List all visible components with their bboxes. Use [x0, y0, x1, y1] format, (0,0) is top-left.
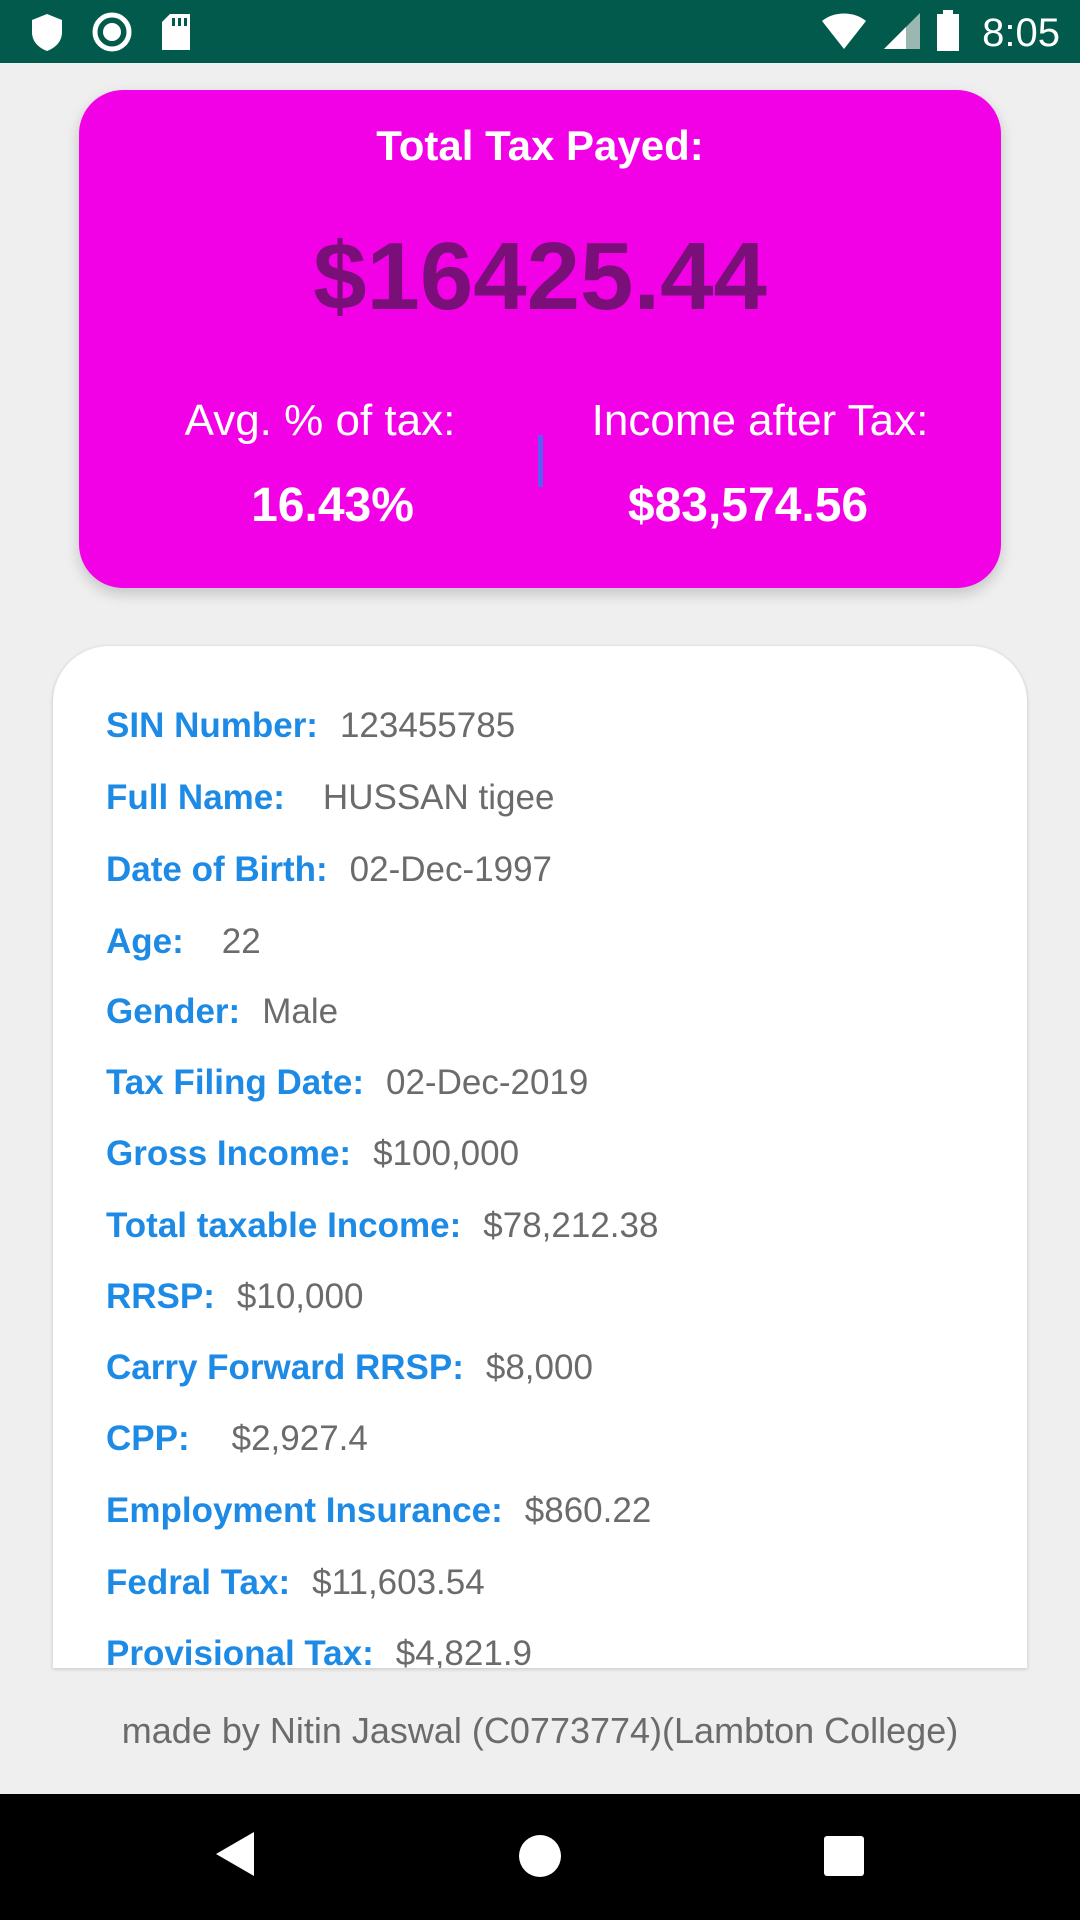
detail-value: 02-Dec-2019	[386, 1063, 589, 1102]
income-after-tax-value: $83,574.56	[627, 479, 869, 532]
detail-row-rrsp: RRSP: $10,000	[106, 1277, 363, 1337]
detail-value: $78,212.38	[483, 1206, 659, 1245]
record-icon	[92, 12, 132, 56]
sd-card-icon	[160, 12, 192, 56]
wifi-icon	[820, 11, 868, 55]
detail-label: Gender:	[106, 992, 241, 1031]
detail-row-cpp: CPP: $2,927.4	[106, 1419, 368, 1479]
detail-label: Carry Forward RRSP:	[106, 1348, 464, 1387]
signal-icon	[882, 11, 922, 55]
avg-tax-value: 16.43%	[251, 479, 414, 532]
detail-row-gross-income: Gross Income: $100,000	[106, 1134, 519, 1194]
taxpayer-details-card[interactable]: SIN Number: 123455785 Full Name: HUSSAN …	[53, 646, 1027, 1668]
detail-row-federal-tax: Fedral Tax: $11,603.54	[106, 1563, 485, 1623]
detail-value: 123455785	[339, 706, 516, 745]
back-icon[interactable]	[214, 1830, 256, 1882]
detail-label: Full Name:	[106, 778, 285, 817]
detail-label: Employment Insurance:	[106, 1491, 503, 1530]
detail-value: $8,000	[485, 1348, 593, 1387]
detail-row-tax-filing-date: Tax Filing Date: 02-Dec-2019	[106, 1063, 588, 1123]
summary-divider	[538, 435, 543, 487]
income-after-tax-label: Income after Tax:	[591, 396, 929, 445]
detail-value: $4,821.9	[395, 1634, 533, 1668]
shield-icon	[30, 12, 64, 56]
detail-label: Age:	[106, 922, 184, 961]
detail-value: $11,603.54	[312, 1563, 485, 1602]
total-tax-amount: $16425.44	[313, 223, 767, 330]
tax-summary-title: Total Tax Payed:	[376, 122, 704, 169]
detail-value: $2,927.4	[231, 1419, 368, 1458]
detail-label: RRSP:	[106, 1277, 215, 1316]
detail-label: Gross Income:	[106, 1134, 352, 1173]
navigation-bar	[0, 1794, 1080, 1920]
detail-value: $10,000	[236, 1277, 364, 1316]
detail-label: Provisional Tax:	[106, 1634, 374, 1668]
detail-label: Total taxable Income:	[106, 1206, 462, 1245]
detail-label: Date of Birth:	[106, 850, 328, 889]
detail-value: HUSSAN tigee	[322, 778, 555, 817]
detail-row-employment-insurance: Employment Insurance: $860.22	[106, 1491, 651, 1551]
detail-row-provisional-tax: Provisional Tax: $4,821.9	[106, 1634, 532, 1668]
detail-label: Tax Filing Date:	[106, 1063, 364, 1102]
recents-icon[interactable]	[824, 1836, 864, 1880]
detail-row-gender: Gender: Male	[106, 992, 338, 1052]
battery-icon	[936, 10, 960, 56]
detail-label: SIN Number:	[106, 706, 318, 745]
detail-row-sin: SIN Number: 123455785	[106, 706, 515, 766]
detail-row-age: Age: 22	[106, 922, 261, 982]
detail-row-full-name: Full Name: HUSSAN tigee	[106, 778, 554, 838]
detail-label: CPP:	[106, 1419, 190, 1458]
detail-row-carry-forward-rrsp: Carry Forward RRSP: $8,000	[106, 1348, 593, 1408]
detail-value: Male	[262, 992, 339, 1031]
detail-value: 02-Dec-1997	[349, 850, 552, 889]
avg-tax-label: Avg. % of tax:	[184, 396, 456, 445]
detail-row-taxable-income: Total taxable Income: $78,212.38	[106, 1206, 658, 1266]
status-time: 8:05	[982, 11, 1060, 55]
detail-value: $860.22	[524, 1491, 652, 1530]
detail-label: Fedral Tax:	[106, 1563, 291, 1602]
detail-value: $100,000	[373, 1134, 520, 1173]
footer-credit: made by Nitin Jaswal (C0773774)(Lambton …	[121, 1710, 959, 1751]
status-bar: 8:05	[0, 0, 1080, 63]
home-icon[interactable]	[518, 1834, 562, 1882]
detail-row-dob: Date of Birth: 02-Dec-1997	[106, 850, 552, 910]
detail-value: 22	[221, 922, 261, 961]
